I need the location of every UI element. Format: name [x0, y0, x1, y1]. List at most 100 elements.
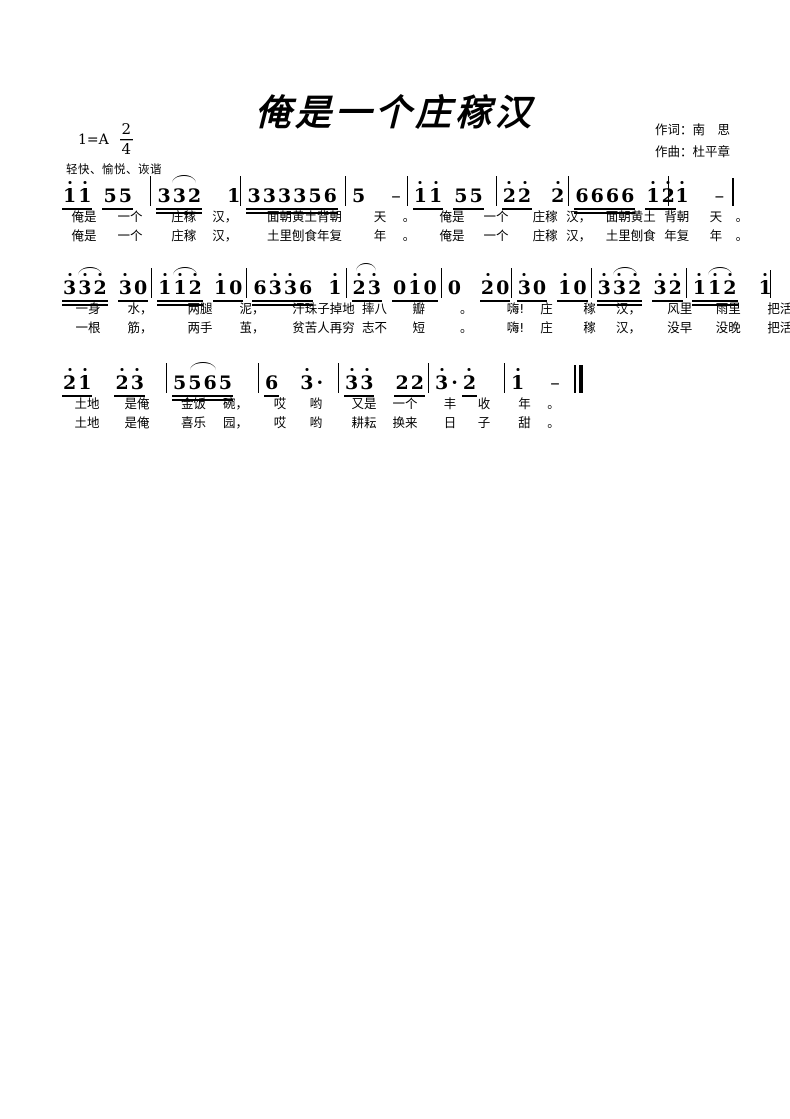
note: 3: [262, 185, 276, 207]
note-group: 1: [327, 279, 342, 298]
note-row-1: 1 1 5 5 3 3 2 1 3 3 3 3 5 6 5 – 1 1 5 5 …: [62, 175, 734, 214]
lyric-syllable: 把活: [767, 320, 790, 335]
lyric-syllable: 嗨!: [506, 320, 525, 335]
lyric-syllable: 园，: [222, 415, 248, 430]
lyric-syllable: 耕耘: [351, 415, 377, 430]
note: 3: [293, 185, 307, 207]
note: 5: [218, 372, 232, 394]
measure: 1 1 2 1: [685, 267, 772, 306]
music-system-1: 1 1 5 5 3 3 2 1 3 3 3 3 5 6 5 – 1 1 5 5 …: [62, 175, 748, 244]
lyric-syllable: 。: [460, 320, 473, 335]
note: 3: [78, 277, 92, 299]
note: 2: [410, 372, 424, 394]
note-group: 1 0: [557, 277, 589, 302]
lyric-syllable: 换来: [392, 415, 418, 430]
measure: 1 –: [668, 176, 728, 206]
lyric-row-verse-2: 土地 是俺 喜乐 园， 哎 哟 耕耘 换来 日 子 甜 。: [62, 412, 734, 431]
slur: [190, 362, 216, 372]
note-group: 5: [351, 187, 366, 206]
note-group: 3 3 2: [62, 267, 108, 306]
note: 1: [692, 277, 707, 299]
note-group: 1 1 2: [157, 267, 203, 306]
note: 1: [646, 185, 660, 207]
lyric-syllable: 短: [412, 320, 426, 335]
note: 2: [628, 277, 642, 299]
measure: 0 2 0: [440, 268, 511, 302]
lyric-syllable: 土里刨食年复: [266, 228, 342, 243]
note: 1: [408, 277, 422, 299]
music-system-2: 3 3 2 3 0 1 1 2 1 0 6 3 3 6 1 2 3 0 1 0 …: [62, 263, 790, 336]
lyric-syllable: 没晚: [715, 320, 741, 335]
sustain-dash: –: [550, 372, 560, 394]
measure: 3 3 3 3 5 6: [240, 176, 345, 214]
lyric-syllable: 甜: [518, 415, 531, 430]
note-group: 6: [264, 374, 280, 397]
lyric-syllable: 两手: [187, 320, 213, 335]
note: 5: [103, 185, 117, 207]
note: 3: [653, 277, 667, 299]
lyric-syllable: 汉，: [212, 209, 238, 224]
lyric-row-verse-2: 一根筋， 两手茧， 贫苦人再穷志不 短。 嗨!庄 稼汉， 没早没晚 把活干，: [62, 317, 790, 336]
measure: 3 3 2 2: [338, 363, 428, 397]
note: 2: [93, 277, 107, 299]
note: 1: [708, 277, 722, 299]
note: 1: [428, 185, 443, 207]
note-group: 1: [758, 279, 773, 298]
time-signature: 2 4: [119, 121, 133, 158]
note: 3: [277, 185, 292, 207]
note-group: 2 0: [479, 277, 511, 302]
note-group: 3 2: [652, 277, 684, 302]
note: 2: [63, 372, 77, 394]
note: 1: [63, 185, 77, 207]
rest: 0: [423, 277, 437, 299]
note: 2: [502, 185, 516, 207]
measure: 3 · 2: [428, 363, 504, 397]
note: 6: [253, 277, 267, 299]
measure: 3 3 2 1: [150, 175, 241, 214]
measure: 1 –: [504, 363, 570, 393]
tempo-marking: 轻快、愉悦、诙谐: [66, 162, 162, 176]
lyric-syllable: 稼: [583, 320, 596, 335]
lyric-syllable: 俺是: [71, 228, 97, 243]
note: 2: [551, 185, 565, 207]
lyric-syllable: 汉，: [212, 228, 238, 243]
lyric-syllable: 俺是: [439, 228, 465, 243]
note: 1: [227, 185, 241, 207]
note-group: 6 6 6 6: [574, 185, 636, 214]
lyric-syllable: 一根: [75, 320, 101, 335]
lyric-syllable: 一个: [117, 228, 143, 243]
lyric-syllable: 庄稼: [171, 228, 197, 243]
note: 1: [558, 277, 572, 299]
lyric-syllable: 汉，: [566, 228, 592, 243]
lyric-syllable: 喜乐: [180, 415, 206, 430]
credits: 作词：南 思 作曲：杜平章: [655, 119, 730, 163]
lyric-syllable: 一个: [483, 228, 509, 243]
lyric-syllable: 茧，: [239, 320, 265, 335]
measure: 6 3 3 6 1: [246, 268, 345, 306]
note: 2: [115, 372, 129, 394]
lyric-syllable: 年: [709, 228, 723, 243]
note: 1: [173, 277, 187, 299]
rest: 0: [496, 277, 510, 299]
meter-denominator: 4: [121, 139, 132, 158]
lyric-syllable: 年复: [664, 228, 690, 243]
final-barline: [574, 363, 583, 393]
lyric-syllable: 子: [477, 415, 491, 430]
note-group: 5 5: [453, 187, 485, 210]
measure: 2 1 2 3: [62, 363, 166, 397]
note-group: 3 ·: [434, 374, 460, 393]
note: 1: [78, 372, 92, 394]
sheet-music-page: 俺是一个庄稼汉 1=A 2 4 轻快、愉悦、诙谐 作词：南 思 作曲：杜平章 1…: [0, 0, 790, 1119]
lyric-syllable: 哟: [309, 415, 323, 430]
note-group: 3 ·: [299, 374, 325, 393]
rest: 0: [229, 277, 243, 299]
note-group: 1: [226, 187, 241, 206]
note: 6: [575, 185, 589, 207]
key-and-meter: 1=A 2 4: [78, 121, 133, 158]
lyric-syllable: 把活: [767, 301, 790, 316]
note: 2: [188, 277, 202, 299]
note-group: 5 5: [102, 185, 134, 210]
lyric-syllable: 年: [518, 396, 531, 411]
barline: [732, 178, 734, 206]
note-group: 2 3: [351, 263, 383, 302]
